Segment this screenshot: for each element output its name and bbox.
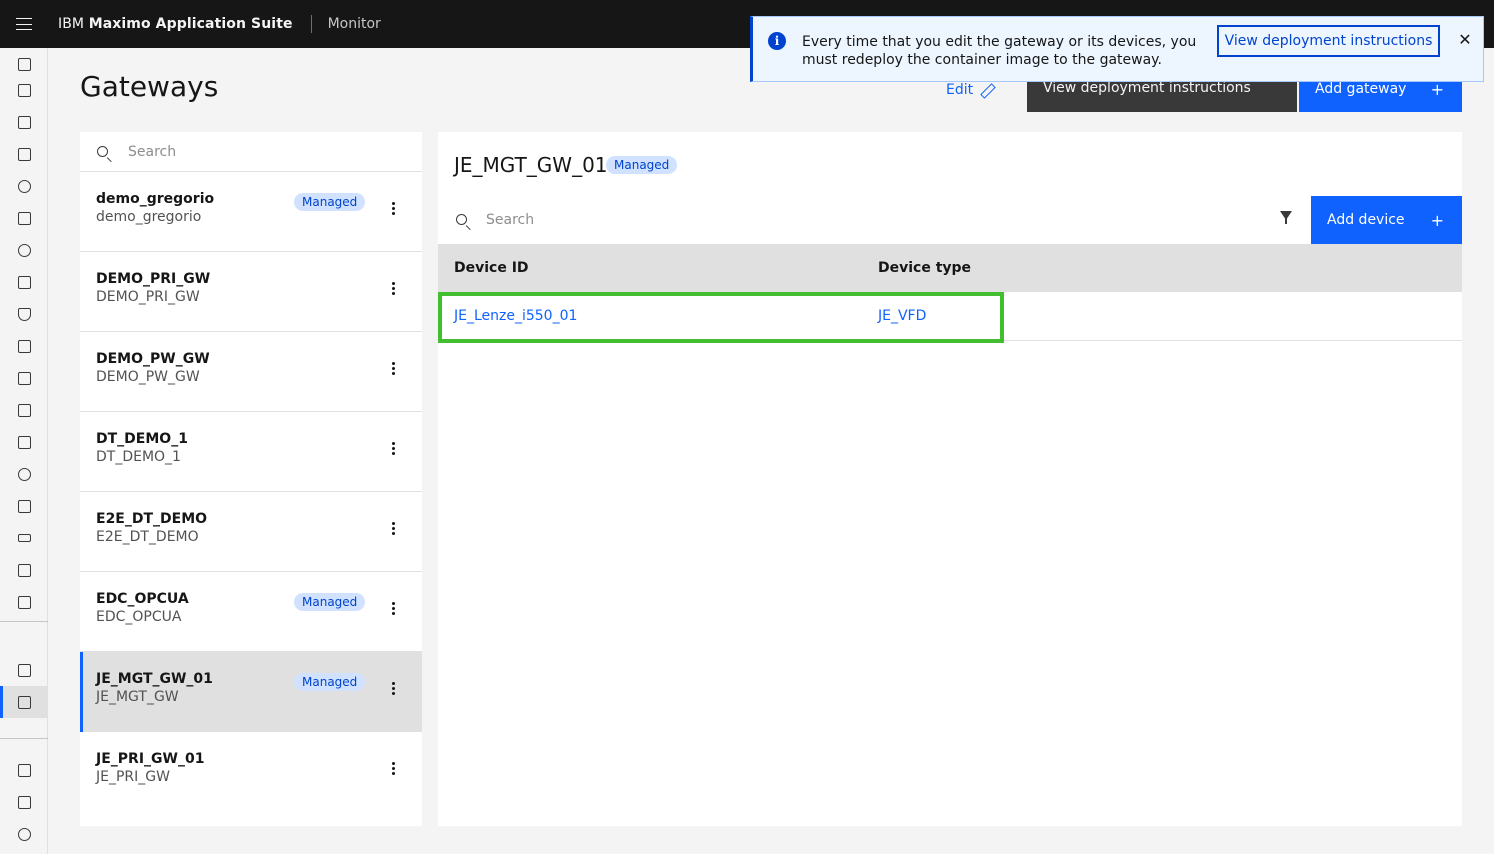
list-icon[interactable] <box>0 586 48 618</box>
nav-divider <box>0 738 48 739</box>
gateway-name: DT_DEMO_1 <box>96 431 188 447</box>
column-header-device-type[interactable]: Device type <box>878 260 971 276</box>
gateway-list-item[interactable]: DEMO_PRI_GW DEMO_PRI_GW <box>80 252 422 332</box>
gateway-subtitle: EDC_OPCUA <box>96 609 182 625</box>
overflow-menu-icon[interactable] <box>385 600 401 616</box>
gateway-name: demo_gregorio <box>96 191 215 207</box>
gateway-subtitle: DEMO_PW_GW <box>96 369 200 385</box>
add-device-button[interactable]: Add device + <box>1311 196 1462 244</box>
managed-tag: Managed <box>606 156 678 174</box>
plus-icon: + <box>1430 210 1444 230</box>
gateway-subtitle: DEMO_PRI_GW <box>96 289 200 305</box>
gateway-name: DEMO_PRI_GW <box>96 271 211 287</box>
side-nav <box>0 48 48 854</box>
add-gateway-label: Add gateway <box>1315 81 1407 97</box>
gateway-subtitle: DT_DEMO_1 <box>96 449 181 465</box>
notification-view-instructions-button[interactable]: View deployment instructions <box>1217 25 1440 57</box>
managed-tag: Managed <box>294 593 366 611</box>
close-icon[interactable]: ✕ <box>1453 27 1477 51</box>
settings-icon[interactable] <box>0 818 48 850</box>
gateway-name: EDC_OPCUA <box>96 591 189 607</box>
checklist-icon[interactable] <box>0 554 48 586</box>
overflow-menu-icon[interactable] <box>385 440 401 456</box>
gateway-subtitle: E2E_DT_DEMO <box>96 529 199 545</box>
device-table-header: Device ID Device type <box>438 244 1462 292</box>
sliders-icon[interactable] <box>0 522 48 554</box>
gateway-name: E2E_DT_DEMO <box>96 511 208 527</box>
devices-icon[interactable] <box>0 754 48 786</box>
overflow-menu-icon[interactable] <box>385 200 401 216</box>
gateway-list-item-selected[interactable]: JE_MGT_GW_01 JE_MGT_GW Managed <box>80 652 422 732</box>
overflow-menu-icon[interactable] <box>385 360 401 376</box>
gateway-search[interactable]: Search <box>80 132 422 172</box>
overflow-menu-icon[interactable] <box>385 680 401 696</box>
gateway-list-item[interactable]: JE_PRI_GW_01 JE_PRI_GW <box>80 732 422 812</box>
gateway-list-item[interactable]: EDC_OPCUA EDC_OPCUA Managed <box>80 572 422 652</box>
brand[interactable]: IBM Maximo Application Suite <box>48 16 311 32</box>
terminal-icon[interactable] <box>0 138 48 170</box>
hamburger-menu-icon[interactable] <box>0 0 48 48</box>
add-device-label: Add device <box>1327 212 1405 228</box>
people-icon[interactable] <box>0 490 48 522</box>
edit-label: Edit <box>946 82 974 98</box>
overflow-menu-icon[interactable] <box>385 760 401 776</box>
gateway-icon[interactable] <box>0 686 48 718</box>
hierarchy-icon[interactable] <box>0 234 48 266</box>
dashboard-icon[interactable] <box>0 654 48 686</box>
search-icon <box>80 132 128 172</box>
inline-notification: i Every time that you edit the gateway o… <box>750 16 1484 82</box>
search-icon <box>438 196 486 244</box>
gateway-subtitle: JE_PRI_GW <box>96 769 170 785</box>
gateway-subtitle: demo_gregorio <box>96 209 202 225</box>
row-highlight-box <box>438 292 1004 343</box>
report-icon[interactable] <box>0 74 48 106</box>
document-icon[interactable] <box>0 330 48 362</box>
gateway-name: JE_PRI_GW_01 <box>96 751 205 767</box>
clipboard-icon[interactable] <box>0 362 48 394</box>
gateway-detail-panel: JE_MGT_GW_01 Managed Search Add device +… <box>438 132 1462 826</box>
page-title: Gateways <box>80 70 219 103</box>
app-name[interactable]: Monitor <box>312 16 381 32</box>
calendar-icon[interactable] <box>0 266 48 298</box>
toolbox-icon[interactable] <box>0 202 48 234</box>
pencil-icon <box>981 84 994 97</box>
line-chart-icon[interactable] <box>0 106 48 138</box>
notification-message: Every time that you edit the gateway or … <box>802 34 1197 68</box>
device-search-input[interactable]: Search <box>486 212 534 228</box>
cart-icon[interactable] <box>0 426 48 458</box>
security-icon[interactable] <box>0 786 48 818</box>
filter-icon[interactable] <box>1278 210 1294 226</box>
gateway-subtitle: JE_MGT_GW <box>96 689 179 705</box>
brand-prefix: IBM <box>58 16 85 32</box>
device-search[interactable]: Search <box>438 196 1311 244</box>
gateway-name: JE_MGT_GW_01 <box>96 671 213 687</box>
managed-tag: Managed <box>294 193 366 211</box>
nav-divider <box>0 621 48 622</box>
gateway-list-item[interactable]: DT_DEMO_1 DT_DEMO_1 <box>80 412 422 492</box>
gateway-list-item[interactable]: E2E_DT_DEMO E2E_DT_DEMO <box>80 492 422 572</box>
exchange-icon[interactable] <box>0 458 48 490</box>
shield-icon[interactable] <box>0 298 48 330</box>
overflow-menu-icon[interactable] <box>385 520 401 536</box>
overflow-menu-icon[interactable] <box>385 280 401 296</box>
gateway-detail-title: JE_MGT_GW_01 <box>454 153 608 177</box>
gateway-list-item[interactable]: DEMO_PW_GW DEMO_PW_GW <box>80 332 422 412</box>
gateway-list-panel: Search demo_gregorio demo_gregorio Manag… <box>80 132 422 826</box>
plus-icon: + <box>1430 79 1444 99</box>
brand-name: Maximo Application Suite <box>88 16 293 32</box>
managed-tag: Managed <box>294 673 366 691</box>
gateway-list-item[interactable]: demo_gregorio demo_gregorio Managed <box>80 172 422 252</box>
info-icon: i <box>768 32 786 50</box>
gateway-name: DEMO_PW_GW <box>96 351 210 367</box>
gateway-search-input[interactable]: Search <box>128 144 176 160</box>
network-icon[interactable] <box>0 170 48 202</box>
column-header-device-id[interactable]: Device ID <box>454 260 529 276</box>
lock-icon[interactable] <box>0 394 48 426</box>
